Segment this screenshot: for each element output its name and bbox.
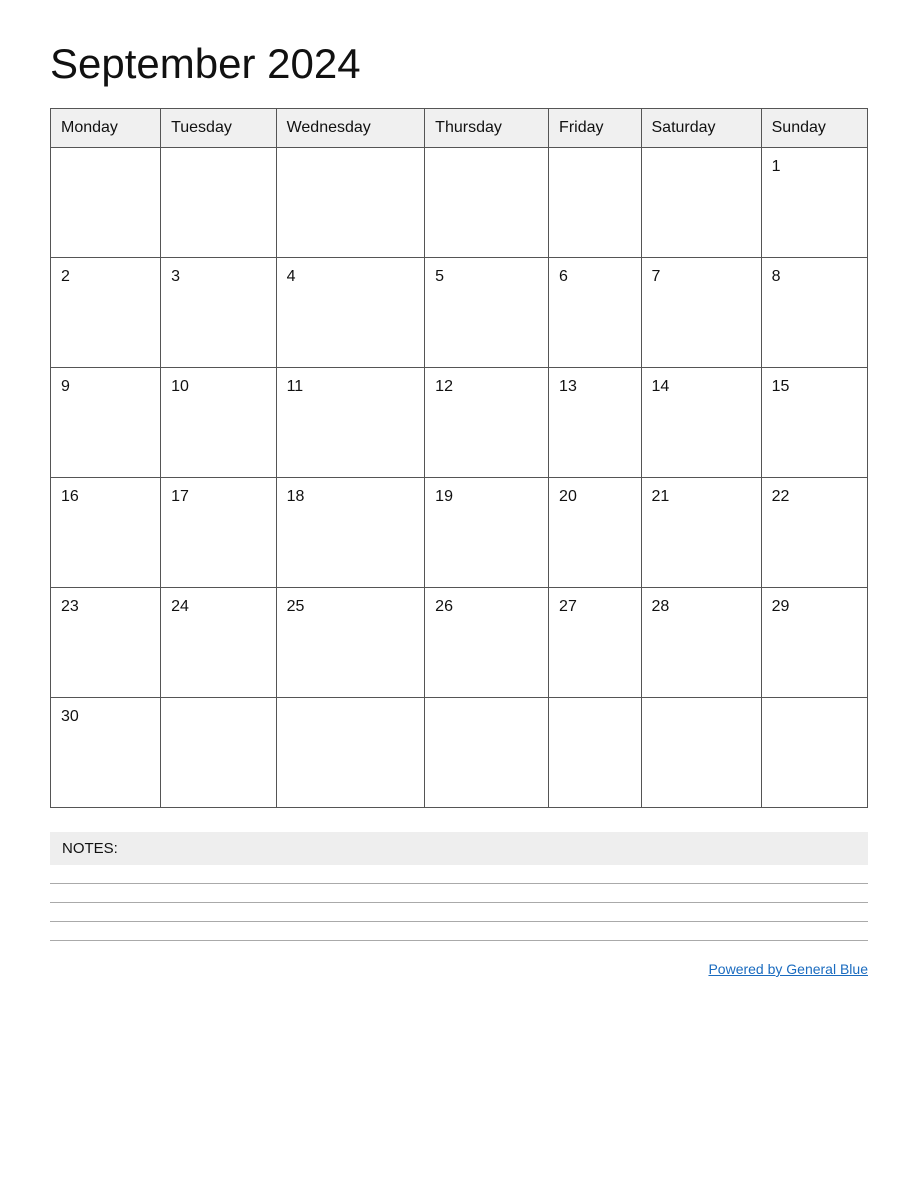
calendar-cell: 1 <box>761 148 867 258</box>
calendar-cell <box>549 698 641 808</box>
day-number: 30 <box>61 708 79 725</box>
calendar-cell: 9 <box>51 368 161 478</box>
calendar-header-row: MondayTuesdayWednesdayThursdayFridaySatu… <box>51 109 868 148</box>
calendar-week-6: 30 <box>51 698 868 808</box>
calendar-cell: 11 <box>276 368 425 478</box>
calendar-cell: 21 <box>641 478 761 588</box>
calendar-cell: 6 <box>549 258 641 368</box>
calendar-cell: 26 <box>425 588 549 698</box>
calendar-week-4: 16 17 18 19 20 21 22 <box>51 478 868 588</box>
day-number: 12 <box>435 378 453 395</box>
day-number: 23 <box>61 598 79 615</box>
calendar-cell <box>641 148 761 258</box>
notes-line-4 <box>50 940 868 941</box>
calendar-cell <box>161 148 277 258</box>
powered-by-link[interactable]: Powered by General Blue <box>708 961 868 977</box>
calendar-body: 1234567891011121314151617181920212223242… <box>51 148 868 808</box>
calendar-cell <box>161 698 277 808</box>
notes-header: NOTES: <box>50 832 868 865</box>
calendar-header-saturday: Saturday <box>641 109 761 148</box>
calendar-cell: 4 <box>276 258 425 368</box>
day-number: 15 <box>772 378 790 395</box>
calendar-cell: 24 <box>161 588 277 698</box>
calendar-cell <box>276 148 425 258</box>
calendar-week-1: 1 <box>51 148 868 258</box>
calendar-cell: 12 <box>425 368 549 478</box>
notes-line-3 <box>50 921 868 922</box>
day-number: 4 <box>287 268 296 285</box>
calendar-cell <box>425 148 549 258</box>
calendar-cell: 22 <box>761 478 867 588</box>
calendar-table: MondayTuesdayWednesdayThursdayFridaySatu… <box>50 108 868 808</box>
day-number: 13 <box>559 378 577 395</box>
calendar-cell: 13 <box>549 368 641 478</box>
calendar-cell <box>641 698 761 808</box>
calendar-cell: 8 <box>761 258 867 368</box>
calendar-cell <box>425 698 549 808</box>
calendar-cell <box>51 148 161 258</box>
calendar-cell: 3 <box>161 258 277 368</box>
calendar-cell: 19 <box>425 478 549 588</box>
day-number: 3 <box>171 268 180 285</box>
calendar-header-thursday: Thursday <box>425 109 549 148</box>
calendar-header-tuesday: Tuesday <box>161 109 277 148</box>
calendar-cell: 2 <box>51 258 161 368</box>
day-number: 28 <box>652 598 670 615</box>
day-number: 19 <box>435 488 453 505</box>
day-number: 14 <box>652 378 670 395</box>
calendar-week-2: 2 3 4 5 6 7 8 <box>51 258 868 368</box>
day-number: 26 <box>435 598 453 615</box>
day-number: 2 <box>61 268 70 285</box>
day-number: 24 <box>171 598 189 615</box>
notes-section: NOTES: <box>50 832 868 941</box>
day-number: 22 <box>772 488 790 505</box>
calendar-cell: 16 <box>51 478 161 588</box>
calendar-cell: 10 <box>161 368 277 478</box>
calendar-cell: 25 <box>276 588 425 698</box>
day-number: 6 <box>559 268 568 285</box>
calendar-header-friday: Friday <box>549 109 641 148</box>
day-number: 10 <box>171 378 189 395</box>
day-number: 8 <box>772 268 781 285</box>
day-number: 7 <box>652 268 661 285</box>
day-number: 16 <box>61 488 79 505</box>
calendar-header-monday: Monday <box>51 109 161 148</box>
calendar-week-5: 23 24 25 26 27 28 29 <box>51 588 868 698</box>
calendar-cell: 30 <box>51 698 161 808</box>
calendar-cell: 18 <box>276 478 425 588</box>
day-number: 27 <box>559 598 577 615</box>
calendar-cell: 17 <box>161 478 277 588</box>
calendar-cell: 27 <box>549 588 641 698</box>
footer: Powered by General Blue <box>50 961 868 979</box>
calendar-cell <box>276 698 425 808</box>
calendar-header-sunday: Sunday <box>761 109 867 148</box>
calendar-cell: 7 <box>641 258 761 368</box>
day-number: 1 <box>772 158 781 175</box>
day-number: 20 <box>559 488 577 505</box>
day-number: 29 <box>772 598 790 615</box>
day-number: 9 <box>61 378 70 395</box>
page-title: September 2024 <box>50 40 868 88</box>
day-number: 17 <box>171 488 189 505</box>
day-number: 25 <box>287 598 305 615</box>
calendar-cell: 14 <box>641 368 761 478</box>
calendar-week-3: 9 10 11 12 13 14 15 <box>51 368 868 478</box>
calendar-cell: 20 <box>549 478 641 588</box>
calendar-header-wednesday: Wednesday <box>276 109 425 148</box>
day-number: 11 <box>287 378 304 395</box>
day-number: 18 <box>287 488 305 505</box>
calendar-cell: 15 <box>761 368 867 478</box>
day-number: 21 <box>652 488 670 505</box>
calendar-cell: 28 <box>641 588 761 698</box>
calendar-cell: 23 <box>51 588 161 698</box>
notes-line-1 <box>50 883 868 884</box>
calendar-cell <box>761 698 867 808</box>
notes-line-2 <box>50 902 868 903</box>
calendar-cell <box>549 148 641 258</box>
calendar-cell: 5 <box>425 258 549 368</box>
calendar-cell: 29 <box>761 588 867 698</box>
day-number: 5 <box>435 268 444 285</box>
